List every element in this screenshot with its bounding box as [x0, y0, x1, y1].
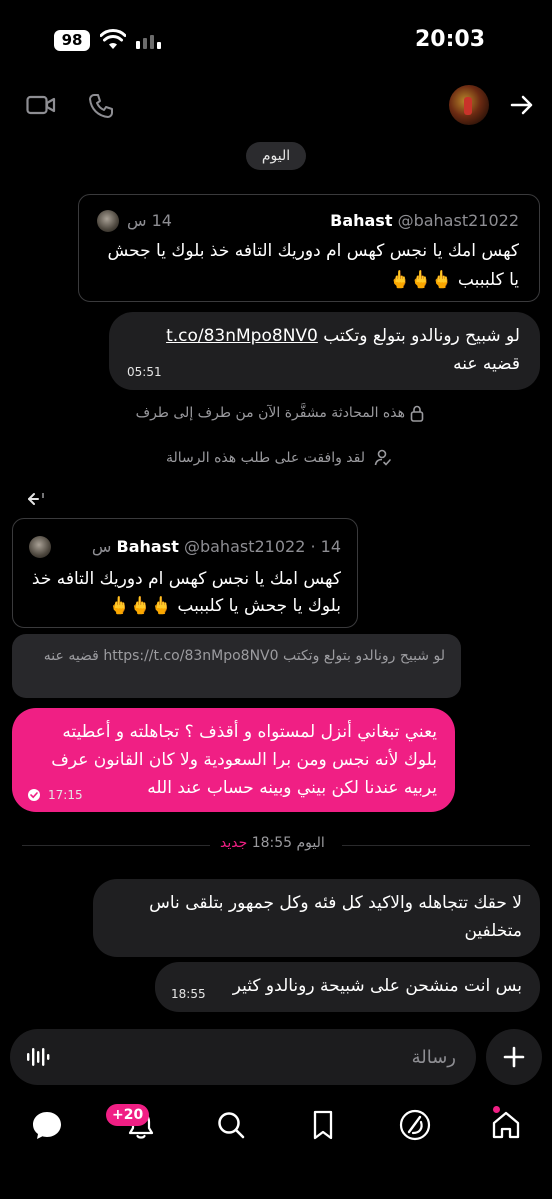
divider-line: [342, 845, 530, 846]
message-link[interactable]: t.co/83nMpo8NV0: [166, 326, 318, 346]
quote-author-handle: @bahast21022: [397, 211, 519, 230]
seen-check-icon: [28, 789, 40, 801]
encryption-notice: هذه المحادثة مشفَّرة الآن من طرف إلى طرف: [135, 405, 405, 421]
message-bubble-received[interactable]: لا حقك تتجاهله والاكيد كل فئه وكل جمهور …: [93, 879, 540, 957]
replied-message-preview[interactable]: لو شبيح رونالدو بتولع وتكتب https://t.co…: [12, 634, 461, 698]
message-text-line2: قضيه عنه: [453, 354, 520, 374]
message-time: 05:51: [127, 365, 162, 379]
voice-waveform-icon[interactable]: [26, 1046, 50, 1068]
home-notification-dot: [493, 1106, 500, 1113]
message-time: 17:15: [48, 788, 83, 802]
video-camera-icon[interactable]: [26, 94, 56, 116]
message-bubble-sent[interactable]: لو شبيح رونالدو بتولع وتكتب t.co/83nMpo8…: [109, 312, 540, 390]
message-text-line: يربيه عندنا لكن بيني وبينه حساب عند الله: [147, 778, 437, 798]
message-text-line: لا حقك تتجاهله والاكيد كل فئه وكل جمهور …: [149, 893, 522, 913]
battery-indicator: 98: [54, 30, 90, 51]
status-bar: 98 20:03: [0, 0, 552, 80]
reply-arrow-icon: [28, 493, 44, 505]
quote-author-name: Bahast: [116, 537, 179, 556]
notifications-badge: +20: [106, 1104, 150, 1126]
quote-text-line: كهس امك يا نجس كهس ام دوريك التافه خذ: [31, 569, 341, 589]
bookmark-icon[interactable]: [306, 1108, 340, 1142]
plus-icon: [503, 1046, 525, 1068]
message-bubble-received[interactable]: بس انت منشحن على شبيحة رونالدو كثير 18:5…: [155, 962, 540, 1012]
replied-message-text: لو شبيح رونالدو بتولع وتكتب https://t.co…: [43, 648, 445, 664]
quote-text-line: كهس امك يا نجس كهس ام دوريك التافه خذ بل…: [107, 241, 520, 261]
quote-text-line: يا كلبببب 🖕🖕🖕: [388, 270, 519, 290]
lock-icon: [410, 405, 424, 422]
home-icon[interactable]: [489, 1108, 523, 1142]
quote-header: Bahast @bahast21022: [330, 211, 519, 230]
message-text: بس انت منشحن على شبيحة رونالدو كثير: [232, 976, 522, 996]
wifi-icon: [100, 29, 126, 49]
request-accepted-notice: لقد وافقت على طلب هذه الرسالة: [165, 450, 365, 466]
new-messages-divider: اليوم 18:55 جديد: [220, 835, 325, 851]
quote-header: Bahast @bahast21022 · 14 س: [92, 537, 341, 556]
arrow-right-icon[interactable]: [510, 94, 534, 116]
message-input[interactable]: [96, 1029, 456, 1085]
user-check-icon: [374, 449, 391, 466]
quote-author-avatar: [29, 536, 51, 558]
divider-time: اليوم 18:55: [251, 835, 325, 851]
date-chip: اليوم: [246, 142, 306, 170]
contact-avatar[interactable]: [449, 85, 489, 125]
search-icon[interactable]: [214, 1108, 248, 1142]
message-text-prefix: لو شبيح رونالدو بتولع وتكتب: [323, 326, 520, 346]
grok-icon[interactable]: [398, 1108, 432, 1142]
quoted-tweet-card[interactable]: Bahast @bahast21022 14 س كهس امك يا نجس …: [78, 194, 540, 302]
message-text: لو شبيح رونالدو بتولع وتكتب t.co/83nMpo8…: [166, 322, 520, 351]
signal-icon: [136, 35, 161, 49]
message-text-line: بلوك لأنه نجس ومن برا السعودية ولا كان ا…: [51, 750, 437, 770]
message-composer: [10, 1029, 476, 1085]
status-time: 20:03: [415, 27, 486, 52]
quote-author-avatar: [97, 210, 119, 232]
add-button[interactable]: [486, 1029, 542, 1085]
phone-icon[interactable]: [88, 93, 114, 119]
quote-time: 14 س: [127, 211, 172, 230]
divider-line: [22, 845, 210, 846]
quote-text-line: بلوك يا جحش يا كلبببب 🖕🖕🖕: [108, 596, 341, 616]
message-text-line: يعني تبغاني أنزل لمستواه و أقذف ؟ تجاهلت…: [62, 722, 437, 742]
messages-icon[interactable]: [30, 1108, 64, 1142]
quoted-tweet-card[interactable]: Bahast @bahast21022 · 14 س كهس امك يا نج…: [12, 518, 358, 628]
message-text-line: متخلفين: [464, 921, 522, 941]
message-time: 18:55: [171, 987, 206, 1001]
quote-author-name: Bahast: [330, 211, 393, 230]
new-label: جديد: [220, 835, 248, 851]
message-bubble-sent[interactable]: يعني تبغاني أنزل لمستواه و أقذف ؟ تجاهلت…: [12, 708, 455, 812]
